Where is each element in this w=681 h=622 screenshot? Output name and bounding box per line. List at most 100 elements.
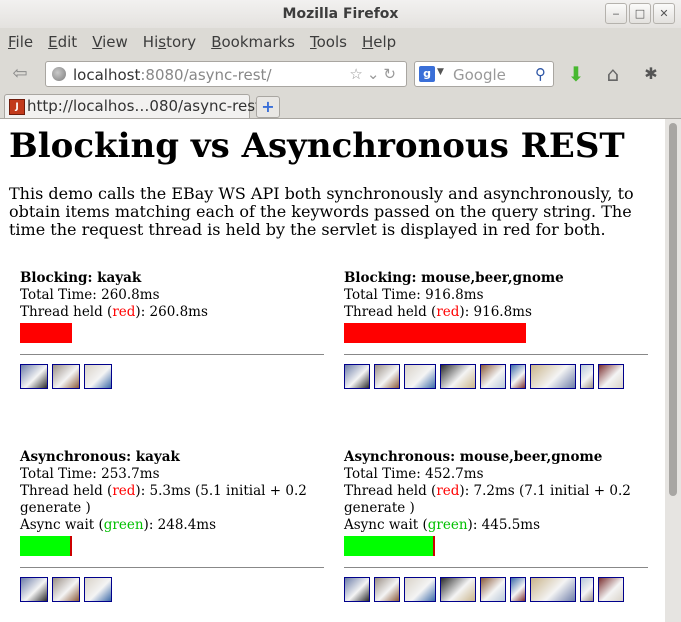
item-thumbnail[interactable] [598,577,624,602]
panel-heading: Blocking: kayak [20,270,142,286]
menu-bookmarks-label: ookmarks [221,33,295,51]
async-wait-color-word: green [427,517,468,533]
google-engine-icon[interactable]: g [419,66,435,82]
async-wait-prefix: Async wait ( [344,517,428,533]
chevron-down-icon[interactable]: ⌄ [367,65,384,83]
thread-held: Thread held (red): 260.8ms [20,304,324,321]
item-thumbnail[interactable] [374,364,400,389]
item-thumbnail[interactable] [84,364,112,389]
url-text[interactable]: localhost:8080/async-rest/ [73,66,272,84]
window-title: Mozilla Firefox [282,6,399,22]
menu-history-label: tory [166,33,197,51]
panel-async-kayak: Asynchronous: kayak Total Time: 253.7ms … [20,449,324,602]
url-host: localhost [73,66,141,84]
menu-edit[interactable]: Edit [40,29,84,55]
star-icon[interactable]: ☆ [349,65,366,83]
panel-heading: Blocking: mouse,beer,gnome [344,270,564,286]
item-thumbnail[interactable] [20,364,48,389]
item-thumbnail[interactable] [440,364,476,389]
home-icon[interactable]: ⌂ [600,62,626,86]
thread-held-value: ): 916.8ms [459,304,532,320]
reload-icon[interactable]: ↻ [383,65,400,83]
total-time: Total Time: 452.7ms [344,466,484,482]
menu-tools[interactable]: Tools [302,29,354,55]
item-thumbnail[interactable] [530,364,576,389]
tab-async-rest[interactable]: J http://localhos…080/async-rest/ [4,94,266,118]
menu-bookmarks[interactable]: Bookmarks [203,29,302,55]
engine-dropdown-icon[interactable]: ▼ [437,67,444,77]
menu-history[interactable]: History [135,29,203,55]
panel-async-multi: Asynchronous: mouse,beer,gnome Total Tim… [344,449,648,602]
url-actions: ☆⌄↻ [349,65,400,83]
thread-held-prefix: Thread held ( [344,483,437,499]
item-thumbnail[interactable] [374,577,400,602]
menu-file-label: ile [15,33,34,51]
menu-view[interactable]: View [84,29,135,55]
item-thumbnail[interactable] [580,577,594,602]
thread-held-value: ): 5.3ms (5.1 initial + 0.2 [135,483,307,499]
minimize-icon[interactable]: ‒ [605,3,627,24]
menu-help-label: elp [373,33,397,51]
magnifier-icon[interactable]: ⚲ [535,65,546,83]
async-wait-bar [20,536,72,556]
maximize-icon[interactable]: □ [629,3,651,24]
plus-icon[interactable]: + [256,96,280,118]
download-arrow-icon[interactable]: ⬇ [563,62,589,86]
page-title: Blocking vs Asynchronous REST [9,126,625,166]
item-thumbnail[interactable] [530,577,576,602]
menu-tools-accel: T [310,33,317,51]
menu-help[interactable]: Help [354,29,403,55]
async-wait-value: ): 445.5ms [467,517,541,533]
close-icon[interactable]: ✕ [653,3,675,24]
item-thumbnail[interactable] [510,364,526,389]
async-wait-value: ): 248.4ms [143,517,217,533]
bug-icon[interactable]: ✱ [638,62,664,86]
thread-held: Thread held (red): 916.8ms [344,304,648,321]
item-thumbnail[interactable] [344,364,370,389]
async-wait-bar [344,536,435,556]
item-thumbnail[interactable] [480,364,506,389]
back-arrow-icon[interactable]: ⇦ [4,61,36,87]
panel-heading: Asynchronous: mouse,beer,gnome [344,449,603,465]
divider [20,354,324,355]
vertical-scrollbar[interactable] [665,119,681,622]
search-box[interactable]: g ▼ Google ⚲ [414,61,554,87]
thread-held-color-word: red [112,304,136,320]
item-thumbnails [20,364,324,389]
menu-history-accel: s [158,33,167,51]
thread-held: Thread held (red): 7.2ms (7.1 initial + … [344,483,648,500]
thread-held-value: ): 7.2ms (7.1 initial + 0.2 [459,483,631,499]
item-thumbnail[interactable] [580,364,594,389]
item-thumbnails [344,364,648,389]
item-thumbnail[interactable] [598,364,624,389]
navigation-toolbar: ⇦ localhost:8080/async-rest/ ☆⌄↻ g ▼ Goo… [0,57,681,91]
menu-history-pre: Hi [142,33,159,51]
thread-held-bar [344,323,526,343]
page-content: Blocking vs Asynchronous REST This demo … [0,119,665,622]
item-thumbnail[interactable] [404,577,436,602]
item-thumbnail[interactable] [440,577,476,602]
item-thumbnail[interactable] [52,577,80,602]
menu-view-accel: V [92,33,103,51]
url-bar[interactable]: localhost:8080/async-rest/ ☆⌄↻ [45,61,407,87]
thread-held-color-word: red [112,483,136,499]
item-thumbnail[interactable] [480,577,506,602]
item-thumbnail[interactable] [52,364,80,389]
menu-bar: File Edit View History Bookmarks Tools H… [0,29,681,55]
divider [20,567,324,568]
thread-held-prefix: Thread held ( [344,304,437,320]
item-thumbnail[interactable] [404,364,436,389]
item-thumbnail[interactable] [510,577,526,602]
menu-tools-label: ools [316,33,347,51]
tab-label: http://localhos…080/async-rest/ [27,97,266,115]
window-controls: ‒ □ ✕ [605,3,675,24]
thread-held: Thread held (red): 5.3ms (5.1 initial + … [20,483,324,500]
menu-file[interactable]: File [0,29,40,55]
item-thumbnail[interactable] [20,577,48,602]
scrollbar-thumb[interactable] [669,123,677,496]
menu-edit-accel: E [48,33,58,51]
thread-held-tip [70,536,72,556]
item-thumbnail[interactable] [84,577,112,602]
thread-held-color-word: red [436,483,460,499]
item-thumbnail[interactable] [344,577,370,602]
